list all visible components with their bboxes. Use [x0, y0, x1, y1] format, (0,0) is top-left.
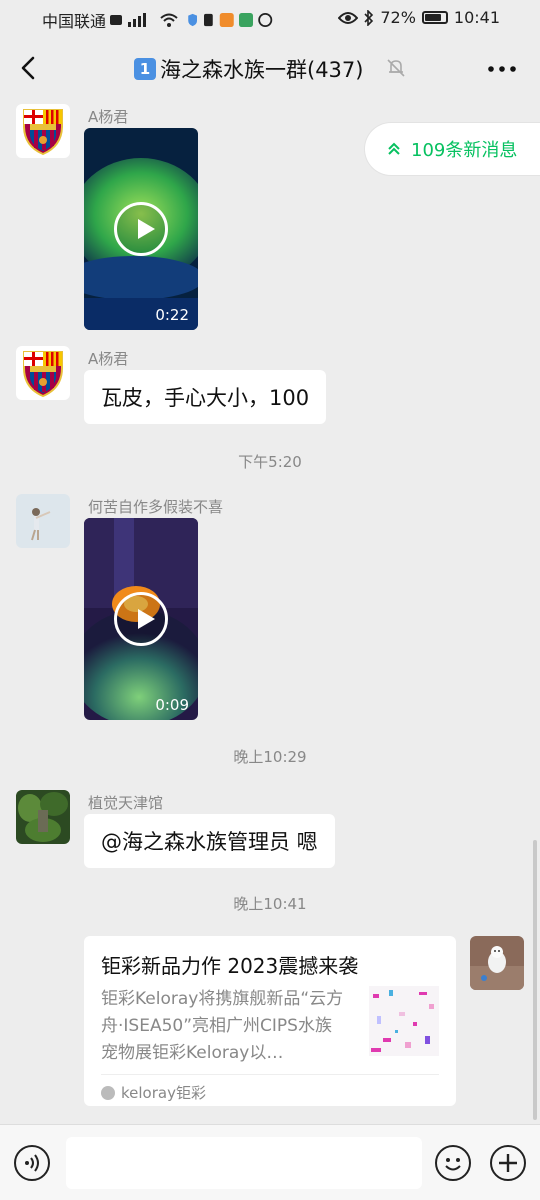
chevron-left-icon[interactable]	[14, 53, 44, 83]
self-photo	[470, 936, 524, 990]
more-functions-button[interactable]	[490, 1145, 526, 1181]
source-logo-icon	[101, 1085, 115, 1100]
eye-icon	[338, 11, 359, 24]
group-name: 海之森水族一群(437)	[160, 58, 364, 82]
sender-name: 植觉天津馆	[88, 794, 164, 812]
status-right: 72% 10:41	[338, 8, 500, 27]
scrollbar[interactable]	[533, 840, 537, 1120]
avatar-fcb[interactable]	[16, 346, 70, 400]
avatar-self[interactable]	[470, 936, 524, 990]
message-input[interactable]	[66, 1137, 422, 1189]
more-icon[interactable]	[484, 58, 520, 80]
avatar-user[interactable]	[16, 494, 70, 548]
battery-icon	[421, 11, 448, 24]
voice-icon	[25, 1154, 39, 1172]
timestamp: 晚上10:41	[233, 895, 307, 913]
plants-photo	[16, 790, 70, 844]
link-card[interactable]: 钜彩新品力作 2023震撼来袭 钜彩Keloray将携旗舰新品“云方舟·ISEA…	[84, 936, 456, 1106]
status-left: 中国联通	[42, 8, 282, 32]
card-title: 钜彩新品力作 2023震撼来袭	[101, 954, 359, 978]
video-message[interactable]: 0:22	[84, 128, 198, 330]
video-duration: 0:22	[155, 306, 189, 324]
fcb-crest-icon	[16, 346, 70, 400]
battery-percent: 72%	[380, 8, 416, 27]
bell-off-icon	[387, 59, 405, 77]
timestamp: 晚上10:29	[233, 748, 307, 766]
app-notification-icons	[188, 13, 273, 27]
wifi-icon	[160, 13, 178, 27]
card-source[interactable]: keloray钜彩	[101, 1082, 206, 1103]
card-description: 钜彩Keloray将携旗舰新品“云方舟·ISEA50”亮相广州CIPS水族宠物展…	[101, 989, 344, 1063]
play-icon[interactable]	[114, 592, 168, 646]
card-thumbnail	[369, 986, 439, 1056]
sender-name: 何苦自作多假装不喜	[88, 498, 224, 516]
timestamp: 下午5:20	[238, 453, 302, 471]
person-photo	[16, 494, 70, 548]
text-bubble[interactable]: 瓦皮，手心大小，100	[84, 370, 327, 424]
video-message[interactable]: 0:09	[84, 518, 198, 720]
card-divider	[101, 1074, 439, 1075]
sender-name: A杨君	[88, 108, 129, 126]
play-icon[interactable]	[114, 202, 168, 256]
avatar-fcb[interactable]	[16, 104, 70, 158]
signal-icon	[110, 13, 147, 27]
clock: 10:41	[453, 8, 500, 27]
bluetooth-icon	[364, 9, 374, 26]
status-bar: 中国联通 72% 10:41	[0, 0, 540, 36]
fcb-crest-icon	[16, 104, 70, 158]
emoji-button[interactable]	[435, 1145, 471, 1181]
text-bubble[interactable]: @海之森水族管理员 嗯	[84, 814, 335, 868]
input-bar	[0, 1124, 540, 1200]
voice-button[interactable]	[14, 1145, 50, 1181]
pinned-number-badge: 1	[134, 58, 156, 80]
double-chevron-up-icon	[388, 142, 400, 155]
video-duration: 0:09	[155, 696, 189, 714]
chat-header: 1 海之森水族一群(437)	[0, 36, 540, 102]
battery-fill	[424, 14, 441, 21]
chat-title: 1 海之森水族一群(437)	[134, 54, 363, 84]
new-messages-button[interactable]: 109条新消息	[364, 122, 540, 176]
new-messages-label: 109条新消息	[411, 140, 518, 161]
avatar-user[interactable]	[16, 790, 70, 844]
plus-icon	[499, 1154, 517, 1172]
carrier-label: 中国联通	[42, 12, 107, 31]
source-name: keloray钜彩	[121, 1084, 206, 1102]
sender-name: A杨君	[88, 350, 129, 368]
emoji-icon	[445, 1158, 461, 1171]
